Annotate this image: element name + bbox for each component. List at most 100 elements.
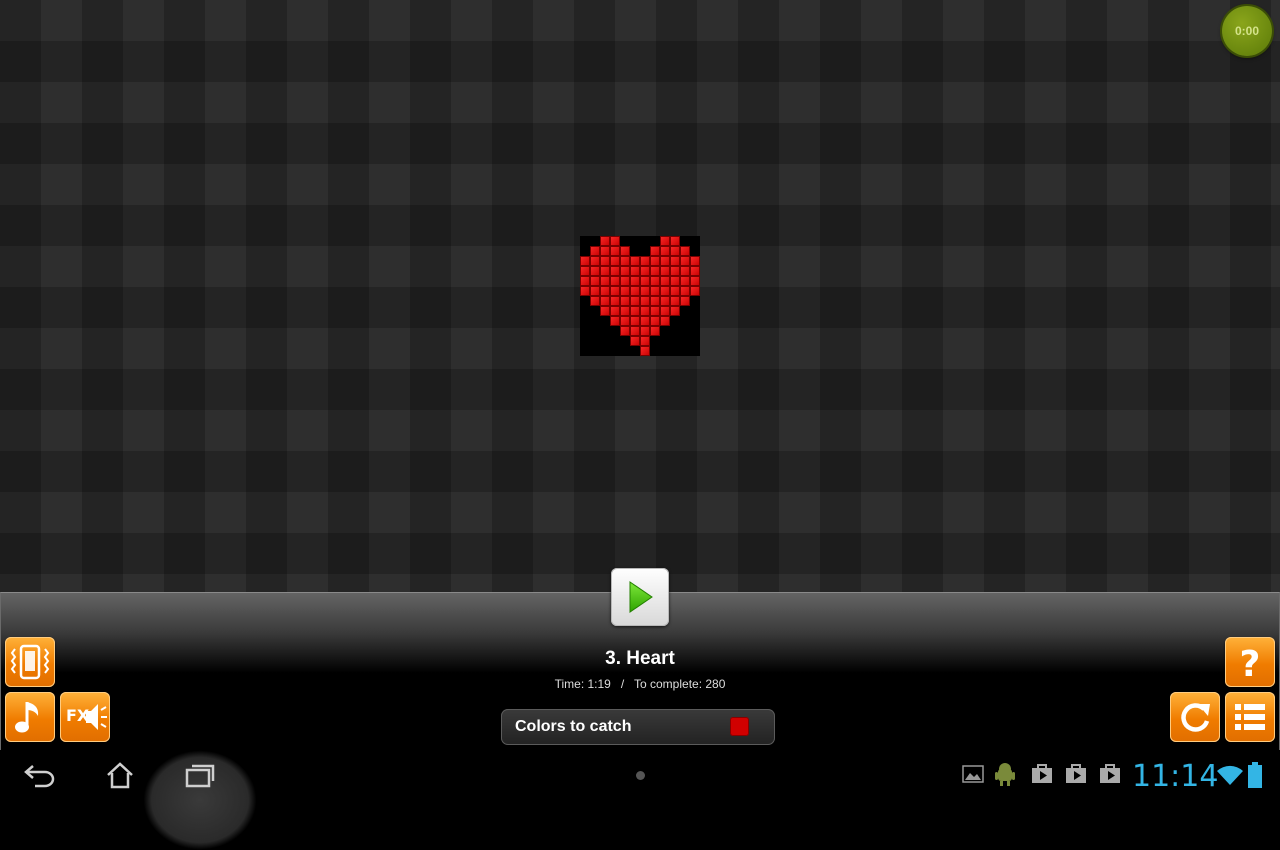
puzzle-cell <box>650 256 660 266</box>
puzzle-cell <box>610 266 620 276</box>
puzzle-cell <box>610 296 620 306</box>
puzzle-cell <box>640 336 650 346</box>
back-button[interactable] <box>0 750 80 800</box>
puzzle-cell <box>650 276 660 286</box>
puzzle-cell <box>630 306 640 316</box>
puzzle-cell <box>620 316 630 326</box>
level-title: 3. Heart <box>605 648 675 669</box>
puzzle-cell <box>640 316 650 326</box>
sound-fx-button[interactable]: FX <box>60 692 110 742</box>
home-button[interactable] <box>80 750 160 800</box>
level-stats: Time: 1:19 / To complete: 280 <box>440 677 840 691</box>
puzzle-cell <box>630 296 640 306</box>
puzzle-cell <box>610 236 620 246</box>
store-notification-icon-3 <box>1100 764 1120 783</box>
puzzle-cell <box>680 246 690 256</box>
vibrate-icon <box>10 644 50 680</box>
play-button[interactable] <box>611 568 669 626</box>
puzzle-cell <box>670 286 680 296</box>
colors-to-catch-label: Colors to catch <box>515 718 632 735</box>
puzzle-cell <box>660 286 670 296</box>
puzzle-cell <box>610 286 620 296</box>
restart-icon <box>1181 703 1210 732</box>
puzzle-cell <box>660 246 670 256</box>
speaker-icon <box>86 704 107 730</box>
heart-puzzle-image <box>580 236 700 356</box>
puzzle-cell <box>640 326 650 336</box>
question-mark-icon: ? <box>1240 644 1261 685</box>
puzzle-cell <box>630 316 640 326</box>
time-stat: Time: 1:19 <box>554 677 611 691</box>
puzzle-cell <box>600 286 610 296</box>
puzzle-cell <box>580 276 590 286</box>
puzzle-cell <box>630 286 640 296</box>
recent-apps-icon <box>185 764 215 788</box>
puzzle-cell <box>670 296 680 306</box>
puzzle-cell <box>650 296 660 306</box>
puzzle-cell <box>580 266 590 276</box>
puzzle-cell <box>670 246 680 256</box>
music-note-icon <box>15 702 39 733</box>
back-icon <box>24 765 55 788</box>
puzzle-cell <box>620 266 630 276</box>
page-indicator-dot <box>636 771 645 780</box>
puzzle-cell <box>610 316 620 326</box>
puzzle-cell <box>590 276 600 286</box>
puzzle-cell <box>690 276 700 286</box>
wifi-icon <box>1217 765 1243 785</box>
puzzle-cell <box>650 306 660 316</box>
stat-separator: / <box>620 677 625 691</box>
puzzle-cell <box>640 346 650 356</box>
puzzle-cell <box>650 326 660 336</box>
android-notification-icon <box>995 763 1015 786</box>
puzzle-cell <box>640 296 650 306</box>
play-icon <box>629 581 653 613</box>
puzzle-cell <box>580 286 590 296</box>
puzzle-cell <box>680 276 690 286</box>
puzzle-cell <box>640 256 650 266</box>
game-board: 0:00 <box>0 0 1280 592</box>
puzzle-cell <box>690 286 700 296</box>
puzzle-cell <box>580 256 590 266</box>
puzzle-cell <box>620 306 630 316</box>
puzzle-cell <box>670 256 680 266</box>
puzzle-cell <box>620 296 630 306</box>
puzzle-cell <box>660 266 670 276</box>
puzzle-cell <box>650 246 660 256</box>
puzzle-cell <box>670 236 680 246</box>
puzzle-cell <box>630 336 640 346</box>
store-notification-icon-1 <box>1032 764 1052 783</box>
puzzle-cell <box>590 246 600 256</box>
to-complete-stat: To complete: 280 <box>634 677 726 691</box>
catch-color-swatch <box>730 717 749 736</box>
puzzle-cell <box>680 266 690 276</box>
puzzle-cell <box>620 326 630 336</box>
puzzle-cell <box>660 306 670 316</box>
puzzle-cell <box>660 256 670 266</box>
list-icon <box>1235 704 1265 730</box>
puzzle-cell <box>610 256 620 266</box>
puzzle-cell <box>610 276 620 286</box>
puzzle-cell <box>640 306 650 316</box>
help-button[interactable]: ? <box>1225 637 1275 687</box>
puzzle-cell <box>640 276 650 286</box>
puzzle-cell <box>660 316 670 326</box>
status-clock: 11:14 <box>1132 759 1219 794</box>
music-button[interactable] <box>5 692 55 742</box>
puzzle-cell <box>610 306 620 316</box>
puzzle-cell <box>650 316 660 326</box>
restart-button[interactable] <box>1170 692 1220 742</box>
puzzle-cell <box>660 276 670 286</box>
puzzle-cell <box>640 266 650 276</box>
vibrate-button[interactable] <box>5 637 55 687</box>
puzzle-cell <box>630 256 640 266</box>
home-icon <box>107 762 133 789</box>
gallery-notification-icon <box>962 765 984 783</box>
puzzle-cell <box>600 296 610 306</box>
recent-apps-button[interactable] <box>160 750 240 800</box>
puzzle-cell <box>680 256 690 266</box>
puzzle-cell <box>600 276 610 286</box>
menu-button[interactable] <box>1225 692 1275 742</box>
puzzle-cell <box>670 276 680 286</box>
puzzle-cell <box>670 306 680 316</box>
